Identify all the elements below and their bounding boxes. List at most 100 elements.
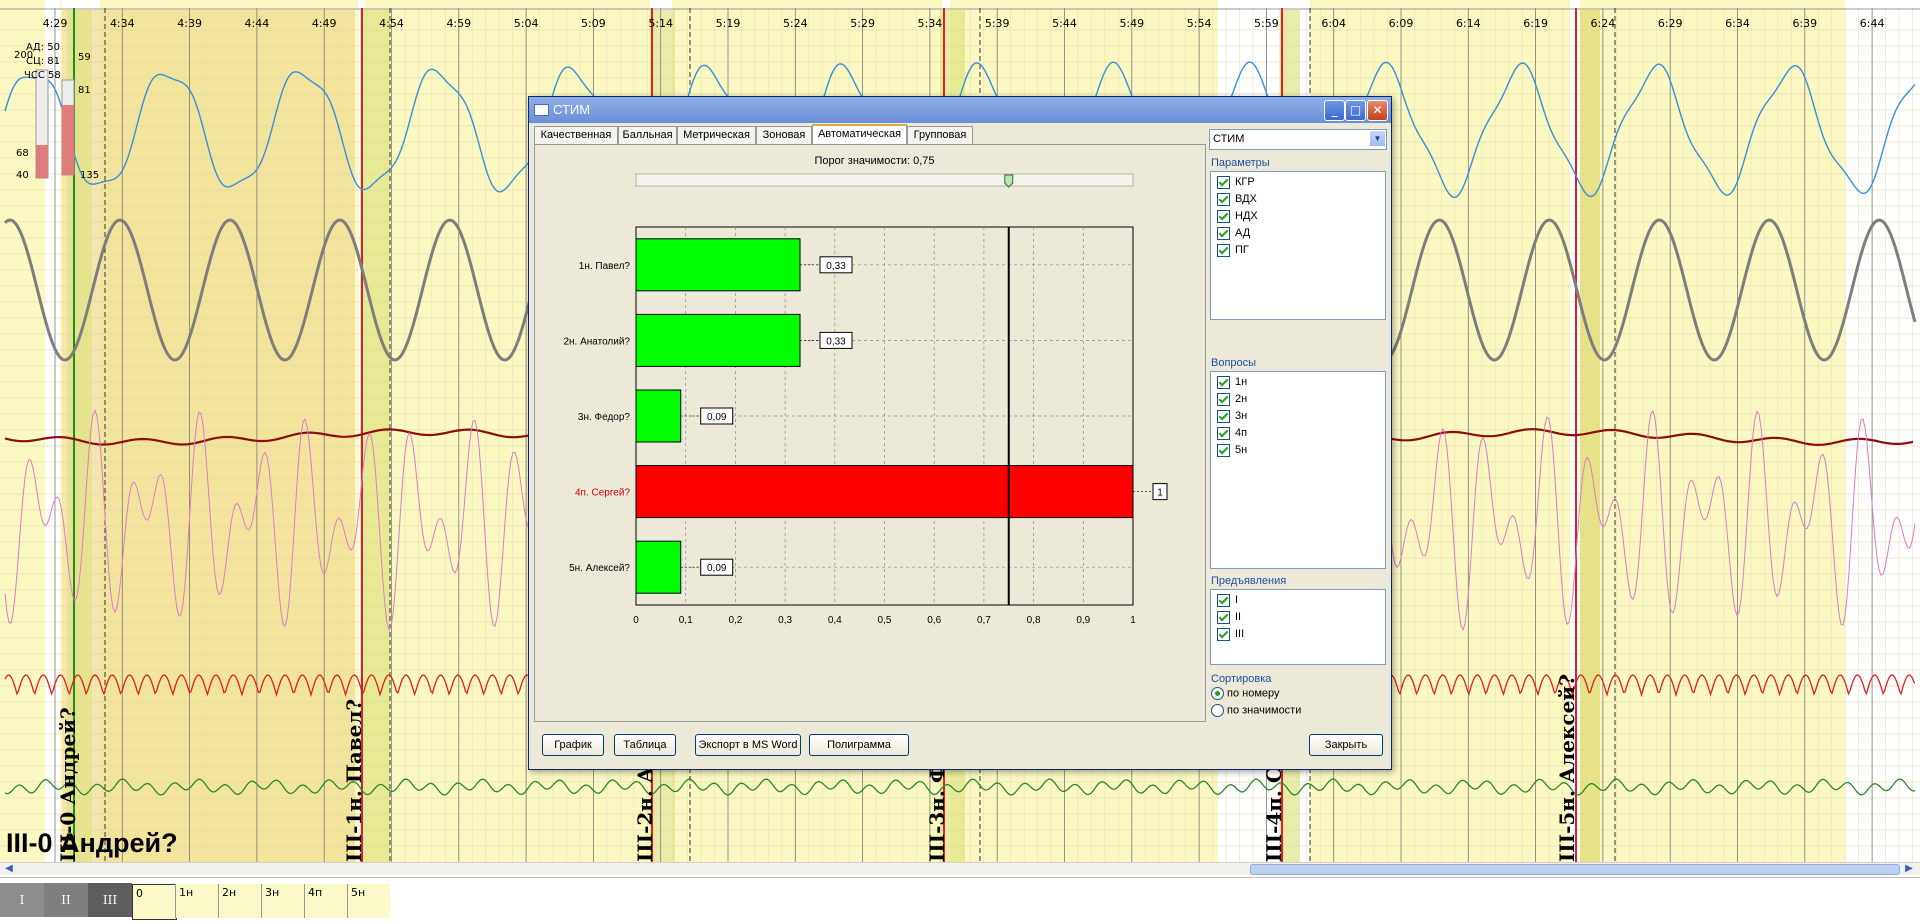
question-cell-label: 0 (136, 887, 143, 900)
bar (635, 313, 801, 367)
x-tick-label: 0,6 (927, 615, 941, 626)
tab-metric[interactable]: Метрическая (677, 126, 756, 144)
question-cell-5н[interactable]: 5н (347, 884, 391, 918)
category-label: 4п. Сергей? (575, 488, 630, 499)
checkbox-checked-icon[interactable] (1217, 209, 1230, 223)
maximize-icon[interactable]: □ (1345, 100, 1366, 121)
presentation-item-0[interactable]: I (1217, 593, 1238, 608)
gauge-value-label: 59 (78, 52, 91, 63)
tab-score[interactable]: Балльная (618, 126, 677, 144)
tab-zone[interactable]: Зоновая (756, 126, 812, 144)
radio-off-icon[interactable] (1211, 704, 1224, 717)
presentation-item-2[interactable]: III (1217, 627, 1244, 642)
time-tick-label: 4:44 (245, 17, 270, 30)
question-cell-3н[interactable]: 3н (261, 884, 305, 918)
automatic-analysis-panel: Порог значимости: 0,75 0 0,1 0,2 0,3 0,4 0,5 0,… (534, 144, 1206, 722)
horizontal-scrollbar[interactable]: ◀ ▶ (0, 862, 1920, 875)
category-label: 3н. Федор? (578, 412, 631, 423)
table-button[interactable]: Таблица (614, 734, 676, 756)
scroll-thumb[interactable] (1250, 864, 1900, 875)
question-item-4[interactable]: 5н (1217, 443, 1247, 458)
question-cell-label: 5н (351, 886, 366, 899)
export-word-button[interactable]: Экспорт в MS Word (695, 734, 801, 756)
question-cell-0[interactable]: 0 (132, 884, 177, 920)
param-item-label: ВДХ (1235, 193, 1257, 205)
x-tick-label: 0,5 (878, 615, 892, 626)
checkbox-checked-icon[interactable] (1217, 426, 1230, 440)
question-item-0[interactable]: 1н (1217, 375, 1247, 390)
time-tick-label: 6:14 (1456, 17, 1481, 30)
white-band (1845, 0, 1920, 862)
sort-option-number[interactable]: по номеру (1211, 687, 1280, 700)
round-button-2[interactable]: II (44, 883, 88, 917)
close-icon[interactable]: ✕ (1367, 100, 1388, 121)
tab-automatic[interactable]: Автоматическая (812, 124, 907, 146)
scroll-right-arrow-icon[interactable]: ▶ (1902, 863, 1916, 875)
chevron-down-icon[interactable]: ▼ (1370, 131, 1385, 146)
checkbox-checked-icon[interactable] (1217, 375, 1230, 389)
method-select[interactable]: СТИМ ▼ (1209, 129, 1387, 150)
threshold-label: Порог значимости: 0,75 (814, 155, 934, 167)
question-cell-label: 4п (308, 886, 323, 899)
question-cell-4п[interactable]: 4п (304, 884, 348, 918)
checkbox-checked-icon[interactable] (1217, 192, 1230, 206)
sort-option-significance-label: по значимости (1227, 704, 1302, 717)
x-tick-label: 0,4 (828, 615, 842, 626)
param-item-0[interactable]: КГР (1217, 175, 1255, 190)
question-item-2[interactable]: 3н (1217, 409, 1247, 424)
checkbox-checked-icon[interactable] (1217, 392, 1230, 406)
question-marker-label: III-1н. Павел? (342, 698, 366, 862)
threshold-slider-track[interactable] (635, 173, 1134, 187)
time-tick-label: 5:49 (1119, 17, 1144, 30)
value-label: 0,09 (707, 412, 727, 423)
category-label: 1н. Павел? (579, 261, 631, 272)
dialog-titlebar[interactable]: СТИМ _ □ ✕ (529, 97, 1391, 123)
polygram-button[interactable]: Полиграмма (809, 734, 909, 756)
checkbox-checked-icon[interactable] (1217, 409, 1230, 423)
checkbox-checked-icon[interactable] (1217, 226, 1230, 240)
significance-bar-chart: Порог значимости: 0,75 0 0,1 0,2 0,3 0,4 0,5 0,… (563, 155, 1168, 626)
current-question-title: III-0 Андрей? (6, 828, 178, 858)
param-item-2[interactable]: НДХ (1217, 209, 1258, 224)
question-cell-1н[interactable]: 1н (175, 884, 219, 918)
window-icon (534, 104, 549, 116)
param-item-4[interactable]: ПГ (1217, 243, 1249, 258)
round-button-1[interactable]: I (0, 883, 44, 917)
sort-option-number-label: по номеру (1227, 687, 1280, 700)
gauge-ad-fill (36, 145, 48, 178)
scroll-left-arrow-icon[interactable]: ◀ (2, 863, 16, 875)
question-item-1[interactable]: 2н (1217, 392, 1247, 407)
question-item-label: 3н (1235, 410, 1248, 422)
chart-button[interactable]: График (542, 734, 604, 756)
checkbox-checked-icon[interactable] (1217, 243, 1230, 257)
checkbox-checked-icon[interactable] (1217, 627, 1230, 641)
minimize-icon[interactable]: _ (1324, 100, 1345, 121)
presentation-item-label: III (1235, 628, 1245, 640)
presentation-item-1[interactable]: II (1217, 610, 1241, 625)
time-tick-label: 6:39 (1792, 17, 1817, 30)
param-item-label: АД (1235, 227, 1251, 239)
time-tick-label: 6:44 (1860, 17, 1885, 30)
question-item-3[interactable]: 4п (1217, 426, 1247, 441)
question-cell-2н[interactable]: 2н (218, 884, 262, 918)
sort-group-title: Сортировка (1211, 673, 1272, 685)
x-tick-label: 1 (1130, 615, 1136, 626)
checkbox-checked-icon[interactable] (1217, 175, 1230, 189)
timeline-empty-area (390, 884, 1920, 918)
sort-option-significance[interactable]: по значимости (1211, 704, 1301, 717)
stim-dialog: СТИМ _ □ ✕ Качественная Балльная Метриче… (528, 96, 1392, 770)
tab-qualitative[interactable]: Качественная (534, 126, 618, 144)
param-item-3[interactable]: АД (1217, 226, 1250, 241)
checkbox-checked-icon[interactable] (1217, 610, 1230, 624)
checkbox-checked-icon[interactable] (1217, 593, 1230, 607)
checkbox-checked-icon[interactable] (1217, 443, 1230, 457)
value-label: 1 (1157, 488, 1163, 499)
time-tick-label: 5:29 (850, 17, 875, 30)
close-button[interactable]: Закрыть (1309, 734, 1383, 756)
gauge-value-label: 135 (80, 170, 99, 181)
tab-group[interactable]: Групповая (907, 126, 973, 144)
radio-on-icon[interactable] (1211, 687, 1224, 700)
param-item-1[interactable]: ВДХ (1217, 192, 1257, 207)
value-label: 0,33 (826, 261, 846, 272)
round-button-3[interactable]: III (88, 883, 132, 917)
